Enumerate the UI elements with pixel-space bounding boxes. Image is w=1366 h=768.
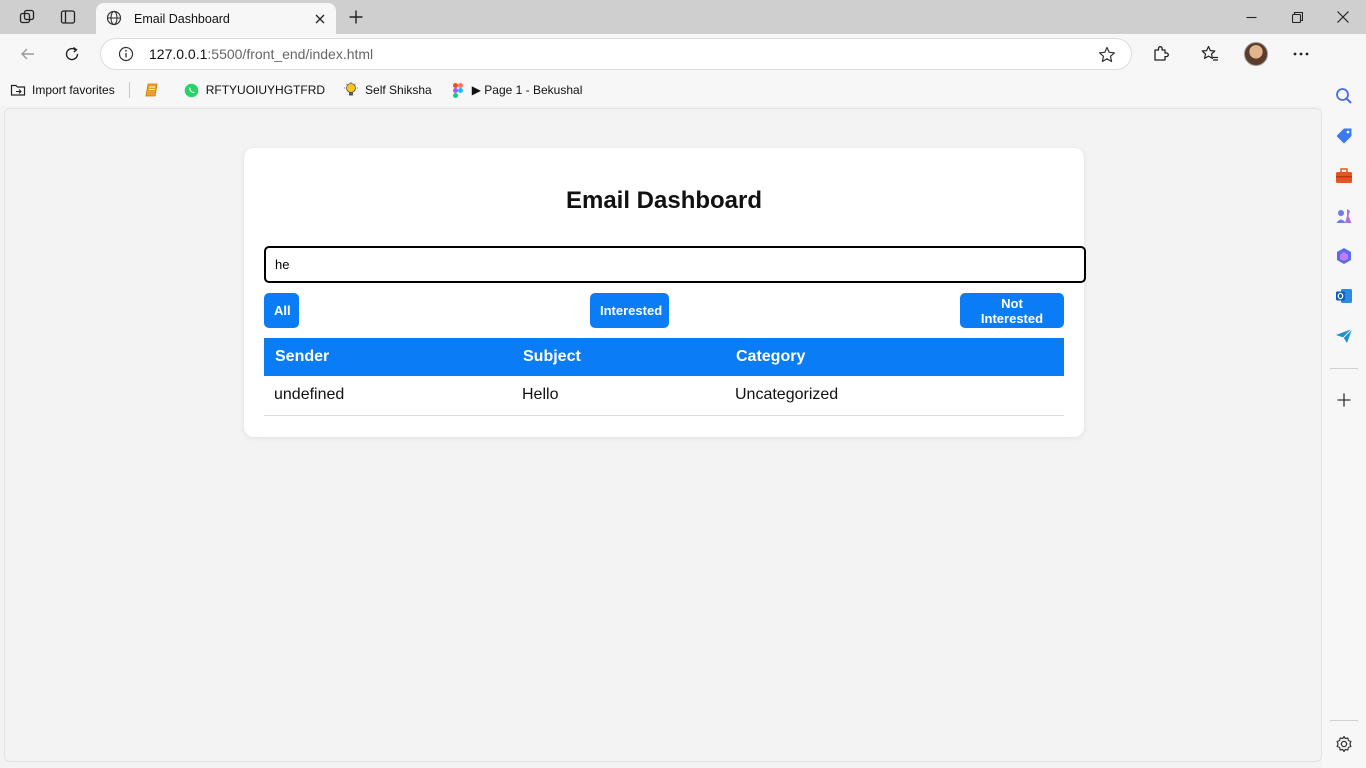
cell-subject: Hello — [512, 376, 725, 416]
favorites-icon[interactable] — [1197, 42, 1223, 66]
address-bar[interactable]: 127.0.0.1:5500/front_end/index.html — [100, 38, 1132, 70]
search-input[interactable] — [264, 246, 1086, 283]
tab-actions-icon[interactable] — [57, 6, 79, 28]
favorite-label: Import favorites — [32, 83, 115, 97]
favorite-label: Self Shiksha — [365, 83, 432, 97]
favorite-book[interactable] — [144, 82, 166, 98]
favorite-star-icon[interactable] — [1097, 45, 1117, 65]
tab-strip: Email Dashboard — [0, 0, 1366, 34]
restore-icon[interactable] — [1274, 0, 1320, 34]
lightbulb-icon — [343, 82, 359, 98]
favorite-figma[interactable]: ▶ Page 1 - Bekushal — [450, 82, 583, 98]
import-folder-icon — [10, 82, 26, 98]
close-tab-icon[interactable] — [312, 11, 328, 27]
book-icon — [144, 82, 160, 98]
minimize-icon[interactable] — [1228, 0, 1274, 34]
new-tab-icon[interactable] — [344, 6, 368, 28]
browser-toolbar: 127.0.0.1:5500/front_end/index.html — [0, 34, 1366, 74]
filter-interested-button[interactable]: Interested — [590, 293, 669, 328]
games-icon[interactable] — [1333, 205, 1355, 227]
microsoft-365-icon[interactable] — [1333, 245, 1355, 267]
favorites-divider — [128, 82, 130, 98]
table-body: undefined Hello Uncategorized — [264, 376, 1064, 416]
email-table: Sender Subject Category undefined Hello … — [264, 338, 1064, 416]
sidebar-divider — [1330, 720, 1358, 721]
figma-icon — [450, 82, 466, 98]
add-icon[interactable] — [1333, 389, 1355, 411]
url-host: 127.0.0.1 — [149, 46, 208, 62]
table-header-row: Sender Subject Category — [264, 338, 1064, 376]
profile-avatar[interactable] — [1244, 42, 1268, 66]
send-icon[interactable] — [1333, 325, 1355, 347]
tab-email-dashboard[interactable]: Email Dashboard — [96, 3, 336, 34]
edge-sidebar — [1322, 34, 1366, 768]
tab-title: Email Dashboard — [134, 11, 230, 26]
info-icon[interactable] — [117, 45, 135, 63]
page-viewport: Email Dashboard All Interested Not Inter… — [4, 108, 1322, 762]
workspaces-icon[interactable] — [16, 6, 38, 28]
url-text[interactable]: 127.0.0.1:5500/front_end/index.html — [149, 46, 373, 62]
filter-all-button[interactable]: All — [264, 293, 299, 328]
outlook-icon[interactable] — [1333, 285, 1355, 307]
close-window-icon[interactable] — [1320, 0, 1366, 34]
whatsapp-icon — [184, 82, 200, 98]
search-icon[interactable] — [1333, 85, 1355, 107]
table-header: Sender Subject Category — [264, 338, 1064, 376]
column-header-subject[interactable]: Subject — [512, 338, 725, 376]
column-header-sender[interactable]: Sender — [264, 338, 512, 376]
url-path: :5500/front_end/index.html — [207, 46, 374, 62]
refresh-icon[interactable] — [59, 42, 85, 66]
favorite-whatsapp[interactable]: RFTYUOIUYHGTFRD — [184, 82, 325, 98]
favorite-label: ▶ Page 1 - Bekushal — [471, 83, 583, 97]
extensions-icon[interactable] — [1148, 42, 1174, 66]
cell-sender: undefined — [264, 376, 512, 416]
table-row[interactable]: undefined Hello Uncategorized — [264, 376, 1064, 416]
cell-category: Uncategorized — [725, 376, 1064, 416]
shopping-tag-icon[interactable] — [1333, 125, 1355, 147]
sidebar-divider — [1330, 368, 1358, 369]
more-options-icon[interactable] — [1288, 42, 1314, 66]
favorites-bar: Import favorites RFTYUOIUYHGTFRD Self Sh… — [0, 74, 1322, 106]
filter-not-interested-button[interactable]: Not Interested — [960, 293, 1064, 328]
settings-gear-icon[interactable] — [1333, 733, 1355, 755]
favorite-label: RFTYUOIUYHGTFRD — [205, 83, 326, 97]
back-arrow-icon[interactable] — [15, 42, 41, 66]
column-header-category[interactable]: Category — [725, 338, 1064, 376]
page-title: Email Dashboard — [565, 187, 763, 214]
favorite-import[interactable]: Import favorites — [10, 82, 115, 98]
tools-icon[interactable] — [1333, 165, 1355, 187]
dashboard-card: Email Dashboard All Interested Not Inter… — [244, 148, 1086, 437]
globe-icon — [106, 10, 124, 28]
favorite-self-shiksha[interactable]: Self Shiksha — [343, 82, 432, 98]
